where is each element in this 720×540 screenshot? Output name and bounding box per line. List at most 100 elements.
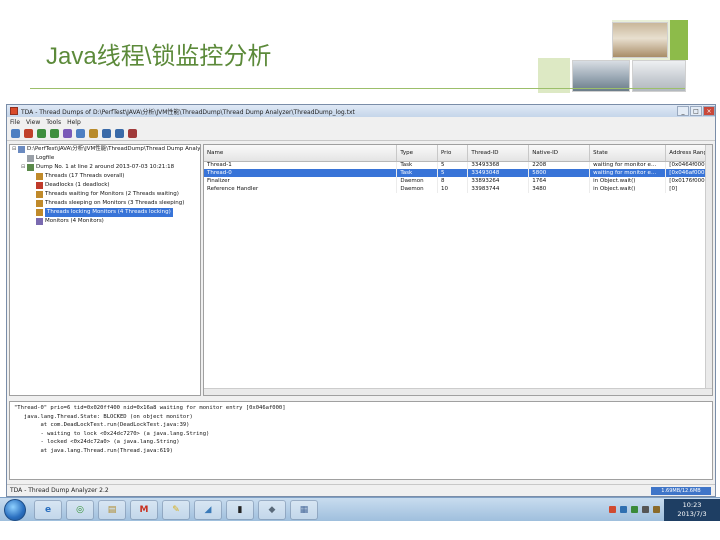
package-icon[interactable]: ◆ — [258, 499, 286, 520]
column-header[interactable]: Type — [396, 145, 438, 162]
column-header[interactable]: State — [589, 145, 667, 162]
prev-icon[interactable] — [102, 129, 111, 138]
notes-icon[interactable]: ✎ — [162, 499, 190, 520]
table-cell: waiting for monitor e... — [589, 161, 667, 169]
column-header[interactable]: Name — [204, 145, 398, 162]
tree-item[interactable]: Logfile — [10, 154, 200, 163]
table-row[interactable]: Finalizer Daemon 8 33893264 1764 in Object.wa… — [204, 177, 712, 185]
decor-block-green — [670, 20, 688, 60]
table-cell: 33493048 — [467, 169, 530, 177]
tree-item[interactable]: Threads waiting for Monitors (2 Threads … — [10, 190, 200, 199]
waiting-icon — [36, 191, 43, 198]
filter-icon[interactable] — [63, 129, 72, 138]
slide: Java线程\锁监控分析 TDA - Thread Dumps of D:\Pe… — [0, 0, 720, 540]
console-icon[interactable]: ▮ — [226, 499, 254, 520]
window-titlebar[interactable]: TDA - Thread Dumps of D:\PerfTest\JAVA\分… — [7, 105, 715, 117]
table-cell: 5800 — [528, 169, 591, 177]
menu-item-file[interactable]: File — [10, 119, 20, 126]
document-icon[interactable]: ▦ — [290, 499, 318, 520]
menu-item-help[interactable]: Help — [67, 119, 81, 126]
table-cell: Finalizer — [204, 177, 398, 185]
clock-date: 2013/7/3 — [677, 509, 707, 518]
open-icon[interactable] — [11, 129, 20, 138]
tree-item-label: D:\PerfTest\JAVA\分析\JVM性能\ThreadDump\Thr… — [27, 146, 201, 152]
taskbar-apps: e ◎ ▤ M ✎ ◢ ▮ ◆ ▦ — [34, 499, 322, 520]
sleeping-icon — [36, 200, 43, 207]
tree-item[interactable]: Threads locking Monitors (4 Threads lock… — [10, 208, 200, 217]
table-cell: Task — [396, 161, 438, 169]
threads-icon — [36, 173, 43, 180]
tree-item-label: Deadlocks (1 deadlock) — [45, 182, 110, 188]
table-vertical-scrollbar[interactable] — [705, 145, 712, 395]
volume-icon[interactable] — [642, 506, 649, 513]
battery-icon[interactable] — [653, 506, 660, 513]
status-text: TDA - Thread Dump Analyzer 2.2 — [10, 487, 109, 494]
tree-item[interactable]: ⊟ D:\PerfTest\JAVA\分析\JVM性能\ThreadDump\Th… — [10, 145, 200, 154]
mail-icon[interactable]: M — [130, 499, 158, 520]
file-icon — [18, 146, 25, 153]
minimize-button[interactable]: _ — [677, 106, 689, 116]
file-manager-icon[interactable]: ▤ — [98, 499, 126, 520]
locking-icon — [36, 209, 43, 216]
tree-item-label: Dump No. 1 at line 2 around 2013-07-03 1… — [36, 164, 175, 170]
office-photo-1 — [612, 22, 668, 58]
table-cell: 3480 — [528, 185, 591, 193]
stack-trace-pane[interactable]: "Thread-0" prio=6 tid=0x020ff400 nid=0x1… — [9, 401, 713, 480]
table-row[interactable]: Reference Handler Daemon 10 33983744 3480 in … — [204, 185, 712, 193]
tree-item[interactable]: Deadlocks (1 deadlock) — [10, 181, 200, 190]
collapse-icon[interactable] — [50, 129, 59, 138]
tree-item-label: Monitors (4 Monitors) — [45, 218, 104, 224]
split-panes: ⊟ D:\PerfTest\JAVA\分析\JVM性能\ThreadDump\Th… — [7, 142, 715, 398]
start-button[interactable] — [4, 498, 26, 521]
table-row[interactable]: Thread-1 Task 5 33493368 2208 waiting for mon… — [204, 161, 712, 169]
memory-indicator[interactable]: 1.69MB/12.6MB — [651, 486, 711, 495]
title-underline — [30, 88, 685, 89]
ie-icon[interactable]: e — [34, 499, 62, 520]
tree-item[interactable]: Monitors (4 Monitors) — [10, 217, 200, 226]
chrome-icon[interactable]: ◎ — [66, 499, 94, 520]
tree-item[interactable]: Threads (17 Threads overall) — [10, 172, 200, 181]
find-icon[interactable] — [89, 129, 98, 138]
settings-icon[interactable] — [76, 129, 85, 138]
expand-icon[interactable] — [37, 129, 46, 138]
menu-item-tools[interactable]: Tools — [46, 119, 61, 126]
next-icon[interactable] — [115, 129, 124, 138]
system-clock[interactable]: 10:23 2013/7/3 — [664, 498, 720, 521]
merge-icon[interactable] — [128, 129, 137, 138]
monitor-icon — [36, 218, 43, 225]
tree-item[interactable]: ⊟ Dump No. 1 at line 2 around 2013-07-03 … — [10, 163, 200, 172]
maximize-button[interactable]: □ — [690, 106, 702, 116]
table-cell: in Object.wait() — [589, 185, 667, 193]
table-cell: 2208 — [528, 161, 591, 169]
table-cell: Thread-1 — [204, 161, 398, 169]
toolbar — [7, 127, 715, 141]
app-icon — [10, 107, 18, 115]
network-icon[interactable] — [620, 506, 627, 513]
table-cell: 5 — [437, 169, 469, 177]
security-icon[interactable] — [631, 506, 638, 513]
ime-icon[interactable] — [609, 506, 616, 513]
dump-tree[interactable]: ⊟ D:\PerfTest\JAVA\分析\JVM性能\ThreadDump\Th… — [9, 144, 201, 396]
tools-icon[interactable]: ◢ — [194, 499, 222, 520]
window-title: TDA - Thread Dumps of D:\PerfTest\JAVA\分… — [21, 108, 355, 116]
slide-title: Java线程\锁监控分析 — [46, 43, 272, 70]
table-cell: 1764 — [528, 177, 591, 185]
table-cell: 33493368 — [467, 161, 530, 169]
table-horizontal-scrollbar[interactable] — [204, 388, 712, 395]
stack-trace-line: - waiting to lock <0x24dc7270> (a java.l… — [14, 430, 210, 437]
taskbar: e ◎ ▤ M ✎ ◢ ▮ ◆ ▦ 10:23 2013/7/3 — [0, 497, 720, 521]
table-cell: in Object.wait() — [589, 177, 667, 185]
table-cell: Task — [396, 169, 438, 177]
table-cell: 5 — [437, 161, 469, 169]
close-button[interactable]: × — [703, 106, 715, 116]
column-header[interactable]: Native-ID — [528, 145, 591, 162]
close-icon[interactable] — [24, 129, 33, 138]
menu-bar: File View Tools Help — [7, 117, 715, 127]
table-row[interactable]: Thread-0 Task 5 33493048 5800 waiting for mon… — [204, 169, 712, 177]
tree-item[interactable]: Threads sleeping on Monitors (3 Threads … — [10, 199, 200, 208]
column-header[interactable]: Prio — [437, 145, 469, 162]
menu-item-view[interactable]: View — [26, 119, 40, 126]
thread-table: Name Type Prio Thread-ID Native-ID State Addre… — [204, 145, 712, 193]
deadlock-icon — [36, 182, 43, 189]
column-header[interactable]: Thread-ID — [467, 145, 530, 162]
